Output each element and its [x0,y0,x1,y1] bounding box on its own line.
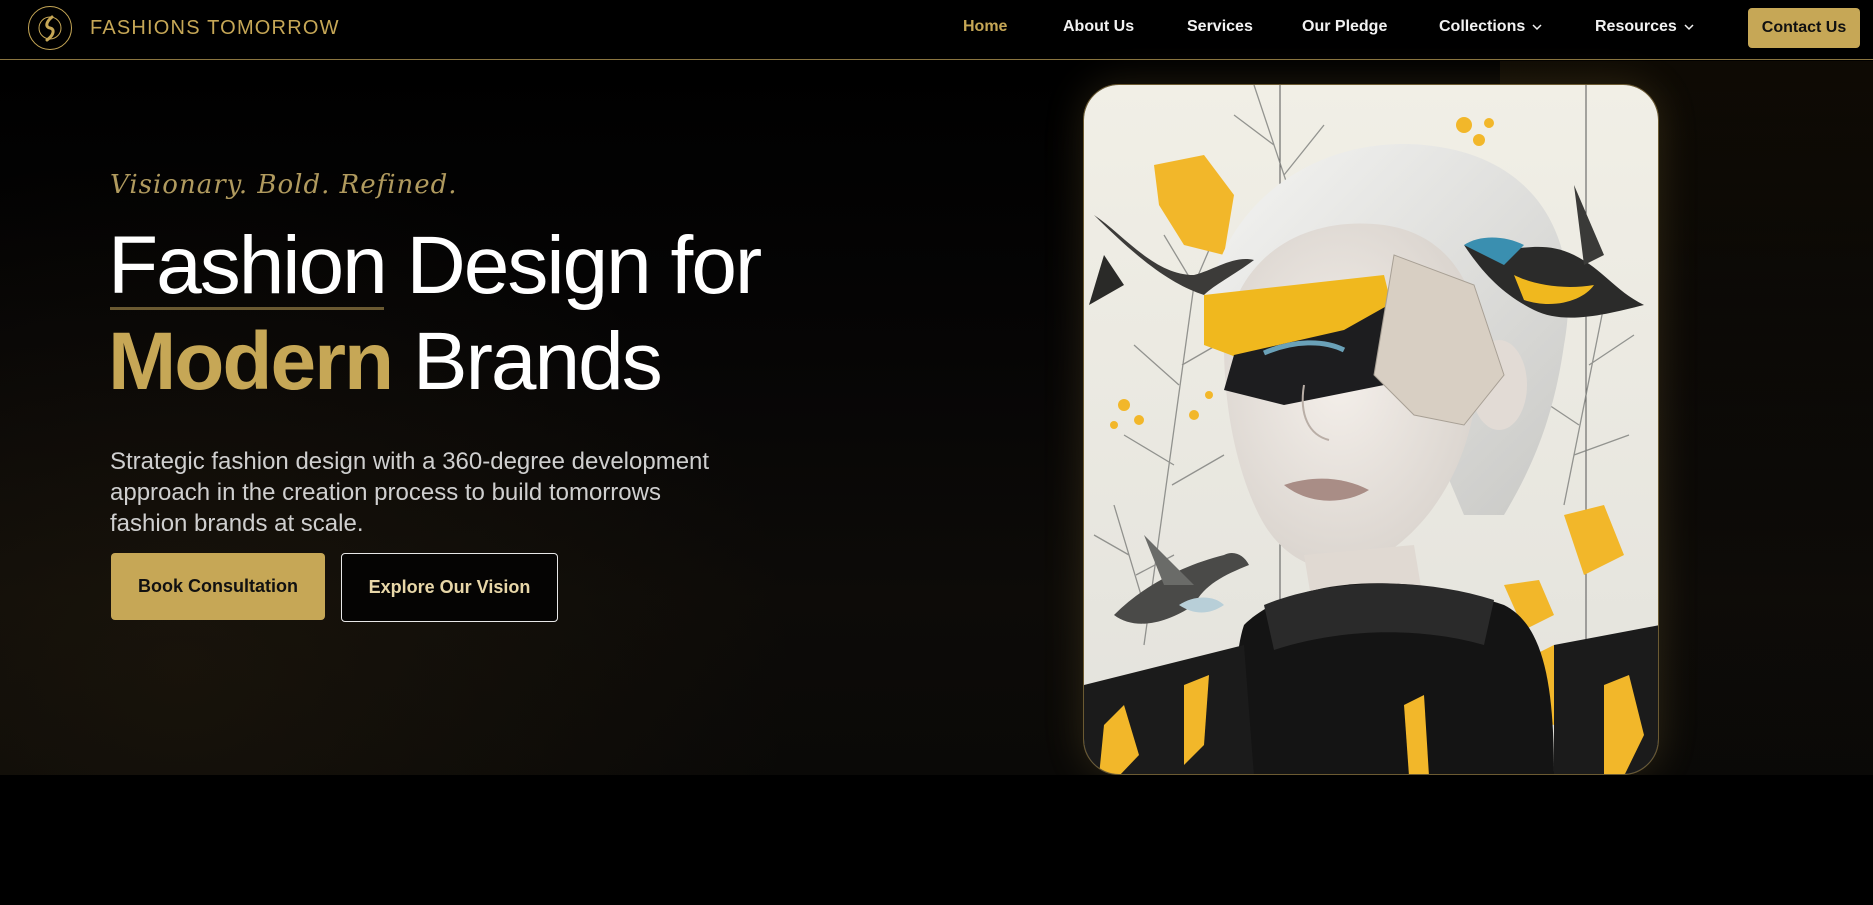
nav-collections-label: Collections [1439,18,1526,35]
headline-line-1-rest: Design for [385,220,763,311]
nav-services-label: Services [1187,18,1253,35]
headline-word-fashion: Fashion [108,218,388,314]
page-bottom-area [0,775,1873,905]
brand-logo-icon[interactable] [28,6,72,50]
headline-line-1: Fashion Design for [108,218,763,314]
nav-home-label: Home [963,18,1008,35]
chevron-down-icon [1532,24,1542,31]
nav-resources[interactable]: Resources [1595,18,1695,36]
brand-name[interactable]: FASHIONS TOMORROW [90,17,340,40]
nav-about-us[interactable]: About Us [1063,18,1134,36]
collage-portrait-illustration [1084,85,1658,774]
hero-description: Strategic fashion design with a 360-degr… [110,448,710,537]
headline-line-2: Modern Brands [108,314,760,410]
nav-our-pledge[interactable]: Our Pledge [1302,18,1387,36]
hero-headline: Fashion Design for Modern Brands [108,218,763,410]
nav-collections[interactable]: Collections [1439,18,1543,36]
contact-us-button[interactable]: Contact Us [1748,8,1860,48]
hero-glow-left [0,61,900,775]
nav-about-us-label: About Us [1063,18,1135,35]
nav-resources-label: Resources [1595,18,1677,35]
site-header: FASHIONS TOMORROW Home About Us Services… [0,0,1873,60]
explore-vision-button[interactable]: Explore Our Vision [341,553,558,622]
chevron-down-icon [1684,24,1694,31]
hero-tagline: Visionary. Bold. Refined. [110,170,458,200]
book-consultation-button[interactable]: Book Consultation [111,553,325,620]
headline-line-2-rest: Brands [392,316,663,407]
headline-word-modern: Modern [108,316,394,407]
nav-home[interactable]: Home [963,18,1007,36]
hero-artwork-image [1083,84,1659,775]
nav-services[interactable]: Services [1187,18,1253,36]
nav-our-pledge-label: Our Pledge [1302,18,1388,35]
